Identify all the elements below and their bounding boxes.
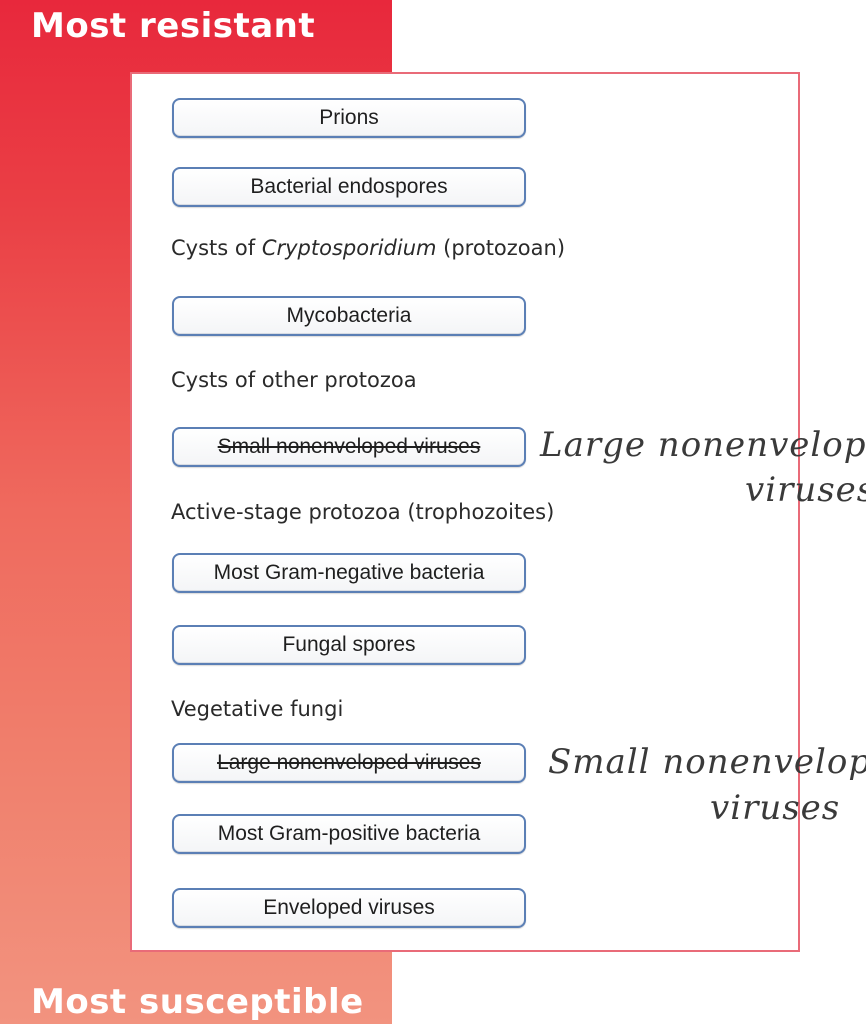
item-vegetative-fungi: Vegetative fungi: [171, 697, 344, 721]
item-label-post: (protozoan): [436, 236, 566, 260]
item-active-stage-protozoa: Active-stage protozoa (trophozoites): [171, 500, 555, 524]
most-susceptible-label: Most susceptible: [31, 982, 364, 1022]
handwritten-annotation-2-line2: viruses: [710, 788, 841, 828]
item-label: Enveloped viruses: [263, 896, 435, 919]
most-resistant-label: Most resistant: [31, 6, 316, 46]
item-cysts-cryptosporidium: Cysts of Cryptosporidium (protozoan): [171, 236, 565, 260]
item-label: Fungal spores: [282, 633, 416, 656]
item-cysts-other-protozoa: Cysts of other protozoa: [171, 368, 417, 392]
handwritten-annotation-1-line2: viruses: [745, 470, 866, 510]
handwritten-annotation-2-line1: Small nonenvelop: [548, 742, 866, 782]
item-bacterial-endospores[interactable]: Bacterial endospores: [172, 167, 526, 207]
item-label: Most Gram-negative bacteria: [213, 561, 485, 584]
item-label: Small nonenveloped viruses: [217, 435, 481, 458]
item-enveloped-viruses[interactable]: Enveloped viruses: [172, 888, 526, 928]
handwritten-annotation-1-line1: Large nonenveloped: [540, 425, 866, 465]
item-label: Prions: [319, 106, 379, 129]
item-large-nonenveloped-viruses[interactable]: Large nonenveloped viruses: [172, 743, 526, 783]
item-label: Mycobacteria: [286, 304, 412, 327]
item-label: Most Gram-positive bacteria: [217, 822, 481, 845]
item-prions[interactable]: Prions: [172, 98, 526, 138]
item-gram-positive-bacteria[interactable]: Most Gram-positive bacteria: [172, 814, 526, 854]
item-label-pre: Cysts of: [171, 236, 262, 260]
item-mycobacteria[interactable]: Mycobacteria: [172, 296, 526, 336]
item-small-nonenveloped-viruses[interactable]: Small nonenveloped viruses: [172, 427, 526, 467]
item-label: Large nonenveloped viruses: [217, 751, 481, 774]
item-label: Bacterial endospores: [250, 175, 448, 198]
item-gram-negative-bacteria[interactable]: Most Gram-negative bacteria: [172, 553, 526, 593]
item-fungal-spores[interactable]: Fungal spores: [172, 625, 526, 665]
item-label-italic: Cryptosporidium: [261, 236, 437, 260]
